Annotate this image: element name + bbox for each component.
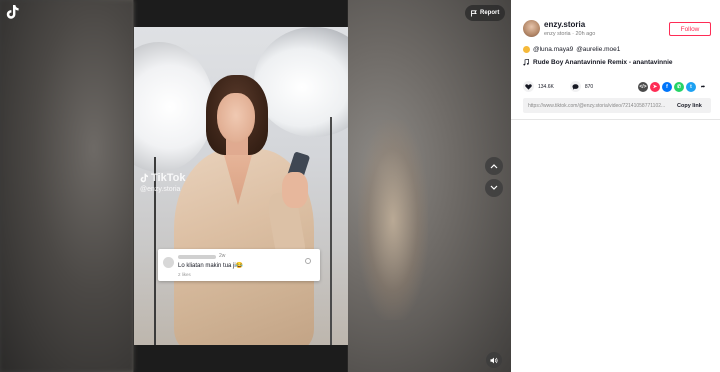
video-player[interactable]: Report TikTok @enzy.storia 2w Lo kliatan…	[0, 0, 511, 372]
follow-button[interactable]: Follow	[669, 22, 711, 36]
share-buttons: </> ➤ f ✆ t ➦	[638, 82, 708, 92]
flag-icon	[471, 9, 477, 16]
comment-text: Lo kliatan makin tua ji😂	[178, 263, 244, 269]
watermark-logo: TikTok	[140, 172, 185, 184]
whatsapp-icon[interactable]: ✆	[674, 82, 684, 92]
copy-link-button[interactable]: Copy link	[671, 103, 702, 109]
previous-video-button[interactable]	[485, 157, 503, 175]
video-frame[interactable]: TikTok @enzy.storia 2w Lo kliatan makin …	[134, 27, 348, 345]
author-username[interactable]: enzy.storia	[544, 20, 585, 29]
chevron-down-icon	[490, 185, 498, 190]
tiktok-logo-icon[interactable]	[6, 4, 20, 20]
music-note-icon	[523, 59, 529, 66]
speaker-icon	[490, 357, 498, 363]
engagement-stats: 134.6K 870	[523, 81, 609, 92]
embed-icon[interactable]: </>	[638, 82, 648, 92]
studio-softbox-left	[134, 42, 214, 172]
mention-link-2[interactable]: @aurelie.moe1	[576, 46, 620, 53]
mention-link-1[interactable]: @luna.maya9	[533, 46, 573, 53]
comment-count: 870	[584, 83, 594, 90]
emoji-icon	[523, 46, 530, 53]
share-arrow-icon[interactable]: ➦	[698, 82, 708, 92]
send-to-friends-icon[interactable]: ➤	[650, 82, 660, 92]
comment-time: 2w	[219, 253, 226, 259]
share-link-text: https://www.tiktok.com/@enzy.storia/vide…	[528, 102, 666, 109]
light-stand-right	[330, 117, 332, 345]
author-subline: enzy storia · 20h ago	[544, 31, 596, 37]
divider	[511, 119, 720, 120]
comment-heart-icon	[305, 258, 311, 264]
comment-button[interactable]	[569, 81, 581, 92]
caption: @luna.maya9 @aurelie.moe1	[523, 46, 620, 53]
video-details-panel: enzy.storia enzy storia · 20h ago Follow…	[511, 0, 720, 372]
next-video-button[interactable]	[485, 179, 503, 197]
comment-icon	[572, 83, 579, 90]
share-link-box: https://www.tiktok.com/@enzy.storia/vide…	[523, 98, 711, 113]
heart-icon	[525, 83, 532, 90]
comment-likes: 2 likes	[178, 272, 191, 277]
person-hand	[282, 172, 308, 208]
comment-sticker: 2w Lo kliatan makin tua ji😂 2 likes	[158, 249, 320, 281]
watermark-brand: TikTok	[151, 172, 186, 184]
volume-button[interactable]	[486, 352, 502, 368]
like-count: 134.6K	[538, 83, 554, 90]
music-title: Rude Boy Anantavinnie Remix - anantavinn…	[533, 59, 673, 66]
music-info[interactable]: Rude Boy Anantavinnie Remix - anantavinn…	[523, 59, 673, 66]
twitter-icon[interactable]: t	[686, 82, 696, 92]
facebook-icon[interactable]: f	[662, 82, 672, 92]
tiktok-note-icon	[140, 173, 148, 183]
person-face	[217, 93, 255, 143]
comment-avatar	[163, 257, 174, 268]
chevron-up-icon	[490, 164, 498, 169]
watermark-handle: @enzy.storia	[140, 186, 181, 193]
report-button[interactable]: Report	[465, 5, 506, 21]
blurred-background-left	[0, 0, 134, 372]
like-button[interactable]	[523, 81, 534, 92]
studio-softbox-right	[254, 27, 348, 137]
tiktok-watermark: TikTok @enzy.storia	[140, 172, 185, 193]
author-avatar[interactable]	[523, 20, 540, 37]
comment-username-redacted	[178, 255, 216, 259]
report-label: Report	[480, 10, 500, 16]
